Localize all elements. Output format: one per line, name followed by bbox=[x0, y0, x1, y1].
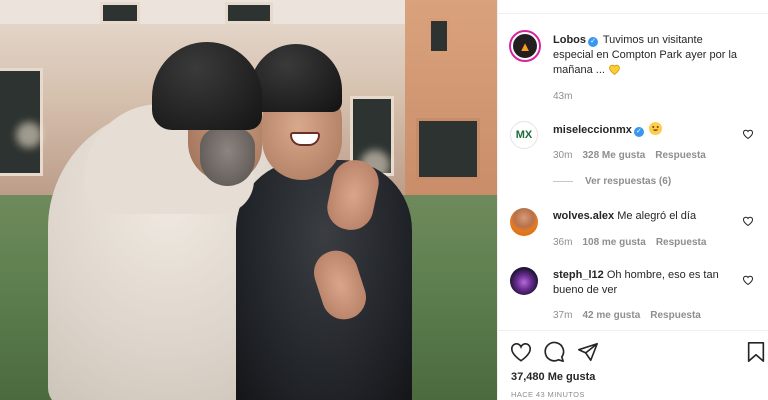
verified-icon: ✓ bbox=[588, 37, 598, 47]
comment-1-meta: 30m 328 Me gusta Respuesta bbox=[553, 150, 706, 161]
yellow-heart-icon bbox=[608, 63, 621, 76]
comment-2: wolves.alex Me alegró el día bbox=[553, 209, 743, 224]
comment-icon[interactable] bbox=[543, 341, 565, 363]
comment-likes[interactable]: 108 me gusta bbox=[582, 237, 645, 248]
comment-username[interactable]: steph_l12 bbox=[553, 269, 604, 281]
comment-text: Me alegró el día bbox=[617, 210, 697, 222]
posted-timestamp: HACE 43 MINUTOS bbox=[511, 390, 585, 399]
reply-button[interactable]: Respuesta bbox=[650, 310, 701, 321]
comment-username[interactable]: wolves.alex bbox=[553, 210, 614, 222]
replies-divider bbox=[553, 181, 573, 182]
comment-time: 30m bbox=[553, 150, 573, 161]
post-side-panel: ▲ Lobos ✓ Tuvimos un visitante especial e… bbox=[497, 0, 768, 400]
comment-likes[interactable]: 42 me gusta bbox=[582, 310, 640, 321]
panel-header-edge bbox=[498, 0, 768, 14]
like-comment-heart-icon[interactable] bbox=[742, 128, 754, 140]
bookmark-icon[interactable] bbox=[745, 341, 767, 363]
comment-time: 37m bbox=[553, 310, 573, 321]
mexico-crest-icon: MX bbox=[515, 129, 533, 141]
steph-avatar[interactable] bbox=[510, 267, 538, 295]
reply-button[interactable]: Respuesta bbox=[656, 237, 707, 248]
caption-time: 43m bbox=[553, 91, 573, 102]
comment-likes[interactable]: 328 Me gusta bbox=[582, 150, 645, 161]
wolves-alex-avatar[interactable] bbox=[510, 208, 538, 236]
like-comment-heart-icon[interactable] bbox=[742, 215, 754, 227]
comment-time: 36m bbox=[553, 237, 573, 248]
lobos-avatar[interactable]: ▲ bbox=[509, 30, 541, 62]
comment-3-meta: 37m 42 me gusta Respuesta bbox=[553, 310, 701, 321]
miseleccionmx-avatar[interactable]: MX bbox=[510, 121, 538, 149]
reply-button[interactable]: Respuesta bbox=[655, 150, 706, 161]
post-photo[interactable] bbox=[0, 0, 497, 400]
paper-plane-icon[interactable] bbox=[577, 341, 599, 363]
comment-1: miseleccionmx ✓ bbox=[553, 122, 743, 138]
comment-2-meta: 36m 108 me gusta Respuesta bbox=[553, 237, 706, 248]
likes-count[interactable]: 37,480 Me gusta bbox=[511, 371, 595, 383]
heart-icon[interactable] bbox=[510, 341, 532, 363]
wolf-logo-icon: ▲ bbox=[518, 38, 532, 54]
comment-3: steph_l12 Oh hombre, eso es tan bueno de… bbox=[553, 268, 728, 298]
like-comment-heart-icon[interactable] bbox=[742, 274, 754, 286]
coach-beard bbox=[200, 128, 255, 186]
view-replies-label: Ver respuestas (6) bbox=[585, 176, 672, 187]
comment-username[interactable]: miseleccionmx bbox=[553, 124, 632, 136]
author-username[interactable]: Lobos bbox=[553, 34, 586, 46]
verified-icon: ✓ bbox=[633, 127, 644, 137]
grinning-emoji-icon bbox=[648, 122, 662, 135]
view-replies[interactable]: Ver respuestas (6) bbox=[553, 176, 671, 187]
post-caption: Lobos ✓ Tuvimos un visitante especial en … bbox=[553, 33, 743, 78]
